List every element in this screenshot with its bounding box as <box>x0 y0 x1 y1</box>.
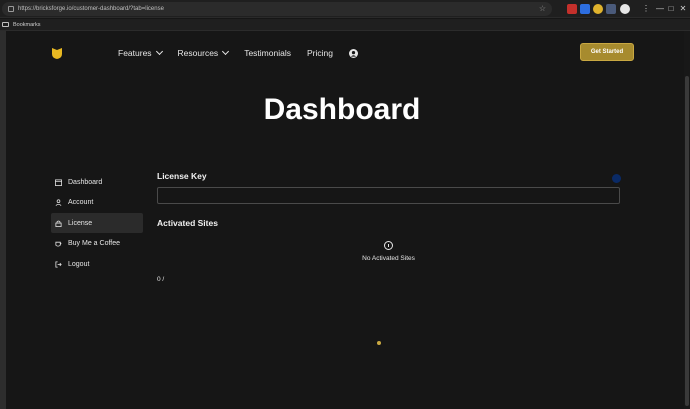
user-circle-icon <box>348 48 358 58</box>
empty-state: No Activated Sites <box>157 238 620 262</box>
profile-avatar[interactable] <box>620 4 630 14</box>
address-bar[interactable]: https://bricksforge.io/customer-dashboar… <box>2 2 552 16</box>
nav-resources-label: Resources <box>177 48 219 58</box>
sidebar-item-license[interactable]: License <box>51 213 143 233</box>
license-panel: License Key <box>157 171 620 204</box>
extension-pdf-icon[interactable] <box>567 4 577 14</box>
logout-icon <box>55 260 62 268</box>
lock-icon <box>8 6 14 12</box>
chevron-down-icon <box>155 47 163 56</box>
status-indicator-icon[interactable] <box>612 174 621 183</box>
nav-features[interactable]: Features <box>118 47 163 58</box>
extension-color-icon[interactable] <box>580 4 590 14</box>
license-key-title: License Key <box>157 171 207 181</box>
sidebar-item-account[interactable]: Account <box>51 193 143 213</box>
bookmarks-folder[interactable]: Bookmarks <box>13 22 41 28</box>
bricksforge-logo-icon[interactable] <box>50 46 64 60</box>
chevron-down-icon <box>222 47 230 56</box>
page-title: Dashboard <box>263 93 421 126</box>
browser-toolbar: https://bricksforge.io/customer-dashboar… <box>0 0 690 18</box>
get-started-button[interactable]: Get Started <box>580 43 634 61</box>
folder-icon <box>2 22 9 27</box>
sidebar-item-coffee[interactable]: Buy Me a Coffee <box>51 234 143 254</box>
page-content: Features Resources Testimonials Pricing … <box>6 31 684 409</box>
bookmark-star-icon[interactable]: ☆ <box>539 4 546 14</box>
extension-face-icon[interactable] <box>593 4 603 14</box>
sidebar-item-label: Account <box>68 199 94 206</box>
scrollbar-thumb[interactable] <box>685 76 689 406</box>
sidebar-item-dashboard[interactable]: Dashboard <box>51 172 143 192</box>
sidebar-item-label: Logout <box>68 260 90 268</box>
sites-count: 0 / <box>157 276 165 283</box>
nav-features-label: Features <box>118 48 152 58</box>
sidebar-item-label: Buy Me a Coffee <box>68 240 121 247</box>
nav-account[interactable] <box>348 48 358 58</box>
main-nav: Features Resources Testimonials Pricing <box>118 46 374 60</box>
coffee-icon <box>55 241 62 247</box>
extension-box-icon[interactable] <box>606 4 616 14</box>
user-icon <box>55 199 62 206</box>
menu-icon[interactable]: ⋮ <box>640 3 652 15</box>
maximize-icon[interactable]: □ <box>665 3 677 15</box>
nav-resources[interactable]: Resources <box>177 47 230 58</box>
sidebar-item-logout[interactable]: Logout <box>51 254 143 274</box>
info-icon <box>384 241 393 250</box>
license-key-field[interactable] <box>157 187 620 204</box>
nav-testimonials[interactable]: Testimonials <box>244 48 291 58</box>
empty-state-text: No Activated Sites <box>362 255 415 262</box>
lock-icon <box>55 220 62 227</box>
activated-sites-title: Activated Sites <box>157 218 218 228</box>
dashboard-sidebar: Dashboard Account License Buy Me a Coffe… <box>51 172 143 275</box>
calendar-icon <box>55 178 62 186</box>
sidebar-item-label: License <box>68 219 93 227</box>
close-icon[interactable]: ✕ <box>677 3 689 15</box>
url-text[interactable]: https://bricksforge.io/customer-dashboar… <box>18 6 164 12</box>
sidebar-item-label: Dashboard <box>68 178 103 186</box>
loading-spinner-icon <box>377 341 381 345</box>
scrollbar[interactable] <box>684 31 690 409</box>
bookmarks-bar: Bookmarks <box>0 19 690 31</box>
nav-pricing[interactable]: Pricing <box>307 48 333 58</box>
